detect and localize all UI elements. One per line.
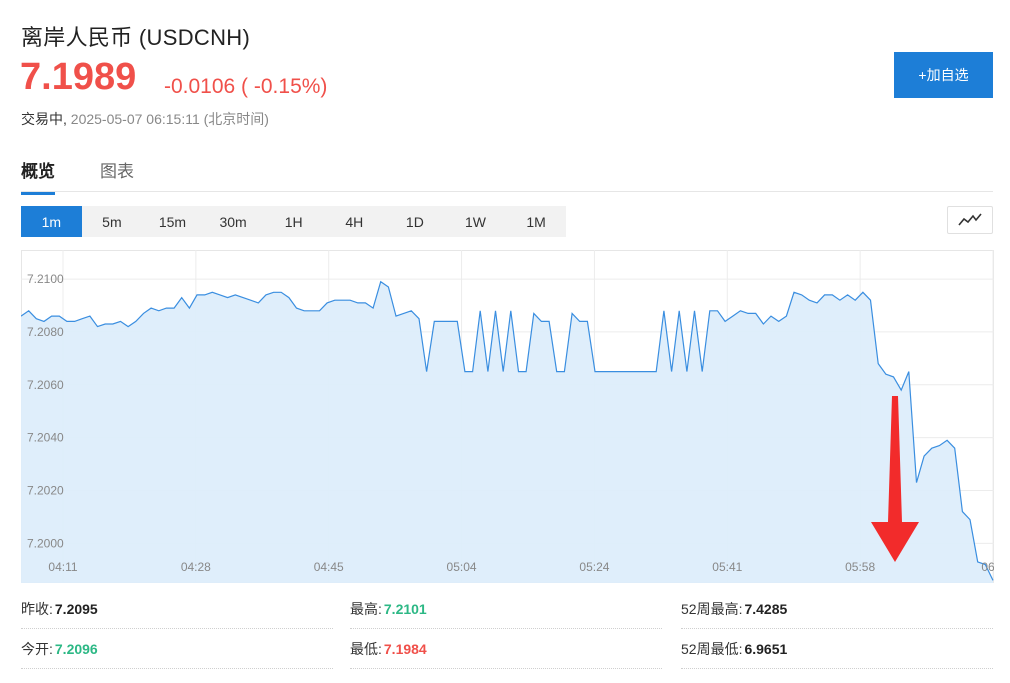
range-1h-button[interactable]: 1H [263, 206, 324, 237]
range-1m-button[interactable]: 1m [21, 206, 82, 237]
stat-label: 52周最低: [681, 641, 743, 657]
y-tick-label: 7.2040 [27, 431, 64, 445]
chart-type-button[interactable] [947, 206, 993, 234]
price-chart[interactable]: 7.21007.20807.20607.20407.20207.20007.19… [21, 250, 994, 583]
x-tick-label: 05:41 [712, 560, 742, 574]
time-range-selector: 1m 5m 15m 30m 1H 4H 1D 1W 1M [21, 206, 567, 237]
range-15m-button[interactable]: 15m [142, 206, 203, 237]
stat-value: 7.4285 [744, 601, 788, 617]
y-tick-label: 7.2080 [27, 325, 64, 339]
y-tick-label: 7.2020 [27, 484, 64, 498]
x-tick-label: 04:28 [181, 560, 211, 574]
stat-value: 7.2101 [383, 601, 427, 617]
y-tick-label: 7.2100 [27, 272, 64, 286]
timestamp: 2025-05-07 06:15:11 (北京时间) [70, 111, 269, 127]
page-title: 离岸人民币 (USDCNH) [21, 25, 251, 50]
line-chart-icon [958, 213, 982, 226]
chart-series [21, 280, 994, 583]
x-tick-label: 04:45 [314, 560, 344, 574]
x-tick-label: 04:11 [48, 560, 77, 574]
stat-open: 今开: 7.2096 [21, 630, 333, 669]
y-tick-label: 7.2060 [27, 378, 64, 392]
stat-52w-low: 52周最低: 6.9651 [681, 630, 993, 669]
stat-label: 52周最高: [681, 601, 743, 617]
x-tick-label: 05:04 [447, 560, 477, 574]
trading-status: 交易中, [21, 111, 67, 127]
range-30m-button[interactable]: 30m [203, 206, 264, 237]
stat-label: 昨收: [21, 601, 53, 617]
stat-label: 最高: [350, 601, 382, 617]
stat-label: 今开: [21, 641, 53, 657]
stat-label: 最低: [350, 641, 382, 657]
stat-prev-close: 昨收: 7.2095 [21, 590, 333, 629]
price-change: -0.0106 ( -0.15%) [164, 75, 328, 98]
range-1d-button[interactable]: 1D [385, 206, 446, 237]
stat-value: 7.1984 [383, 641, 427, 657]
stat-low: 最低: 7.1984 [350, 630, 662, 669]
series-area [21, 281, 993, 583]
range-4h-button[interactable]: 4H [324, 206, 385, 237]
y-tick-label: 7.2000 [27, 536, 64, 550]
stat-value: 6.9651 [744, 641, 788, 657]
stat-52w-high: 52周最高: 7.4285 [681, 590, 993, 629]
range-1w-button[interactable]: 1W [445, 206, 506, 237]
x-tick-label: 05:24 [579, 560, 609, 574]
x-tick-label: 05:58 [845, 560, 875, 574]
price-chart-svg: 7.21007.20807.20607.20407.20207.20007.19… [21, 250, 994, 583]
tab-bar: 概览 图表 [21, 150, 993, 195]
stat-value: 7.2096 [54, 641, 98, 657]
tab-overview[interactable]: 概览 [21, 157, 55, 195]
range-5m-button[interactable]: 5m [82, 206, 143, 237]
add-watchlist-button[interactable]: +加自选 [894, 52, 993, 98]
status-row: 交易中, 2025-05-07 06:15:11 (北京时间) [21, 109, 269, 129]
stat-value: 7.2095 [54, 601, 98, 617]
x-tick-label: 06:1 [981, 560, 994, 574]
stat-high: 最高: 7.2101 [350, 590, 662, 629]
tab-chart[interactable]: 图表 [100, 157, 134, 192]
range-1mo-button[interactable]: 1M [506, 206, 567, 237]
current-price: 7.1989 [20, 56, 137, 98]
